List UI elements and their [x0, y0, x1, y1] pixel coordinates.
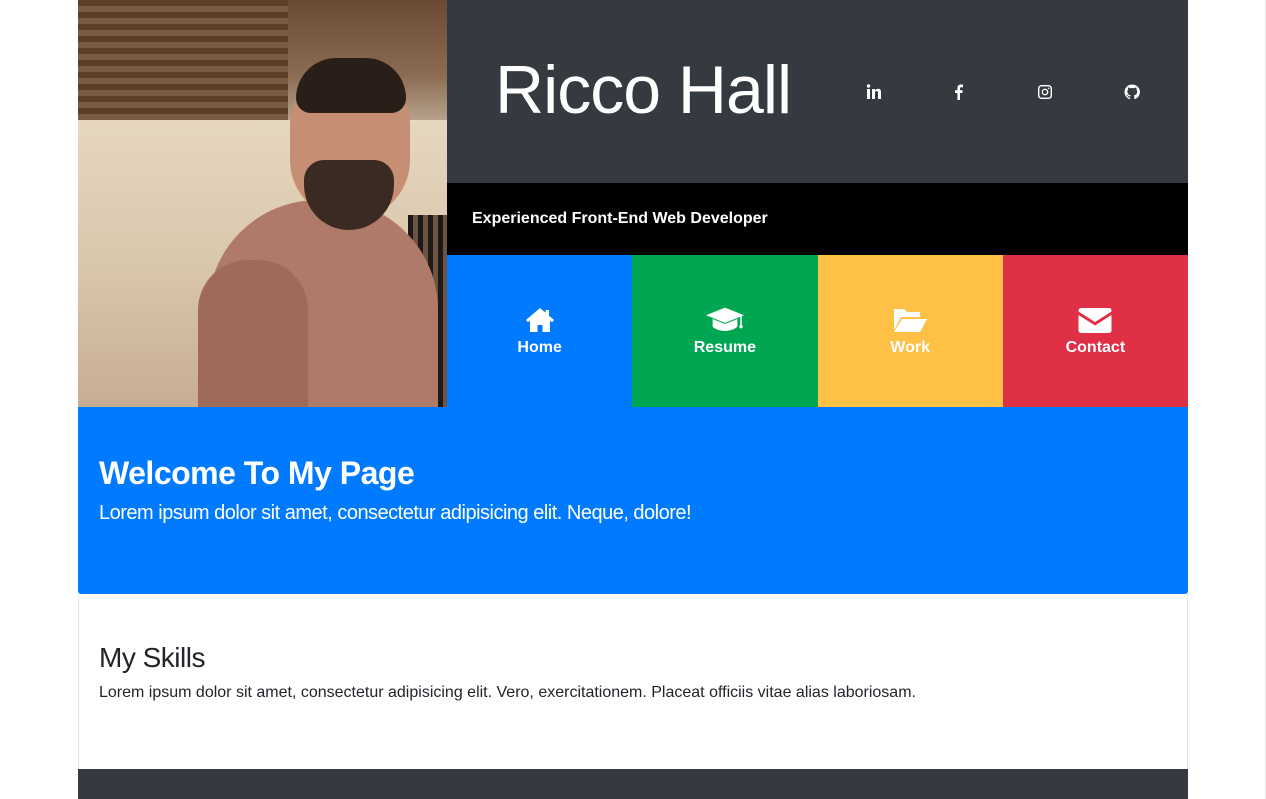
facebook-icon [955, 84, 963, 100]
site-name: Ricco Hall [495, 52, 792, 128]
profile-photo [78, 0, 447, 407]
nav-home[interactable]: Home [447, 255, 633, 407]
nav-work-label: Work [890, 339, 930, 356]
welcome-text: Lorem ipsum dolor sit amet, consectetur … [99, 502, 692, 524]
welcome-jumbotron: Welcome To My Page Lorem ipsum dolor sit… [78, 407, 1188, 594]
skills-text: Lorem ipsum dolor sit amet, consectetur … [99, 684, 916, 701]
facebook-link[interactable] [947, 80, 971, 104]
nav-contact-label: Contact [1065, 339, 1126, 356]
instagram-link[interactable] [1033, 80, 1057, 104]
tagline-bar: Experienced Front-End Web Developer [447, 183, 1188, 255]
nav-resume[interactable]: Resume [632, 255, 818, 407]
header-banner: Ricco Hall [447, 0, 1188, 183]
envelope-icon [1075, 305, 1115, 335]
footer [78, 769, 1188, 799]
home-icon [520, 305, 560, 335]
linkedin-link[interactable] [862, 80, 886, 104]
page-container: Ricco Hall Experienced Front-End Web Dev… [78, 0, 1188, 799]
photo-person-arm [198, 260, 308, 407]
instagram-icon [1038, 85, 1052, 99]
main-nav: Home Resume Work Contact [447, 255, 1188, 407]
skills-section: My Skills Lorem ipsum dolor sit amet, co… [78, 594, 1188, 769]
nav-resume-label: Resume [693, 339, 756, 356]
linkedin-icon [866, 84, 881, 99]
nav-work[interactable]: Work [817, 255, 1003, 407]
photo-window-blind [78, 0, 288, 120]
skills-title: My Skills [99, 642, 205, 673]
tagline: Experienced Front-End Web Developer [472, 210, 768, 227]
welcome-title: Welcome To My Page [99, 455, 415, 491]
nav-home-label: Home [517, 339, 562, 356]
graduation-cap-icon [705, 305, 745, 335]
nav-contact[interactable]: Contact [1002, 255, 1188, 407]
folder-open-icon [890, 305, 930, 335]
github-icon [1124, 84, 1140, 100]
photo-person-hair [296, 58, 406, 113]
github-link[interactable] [1120, 80, 1144, 104]
